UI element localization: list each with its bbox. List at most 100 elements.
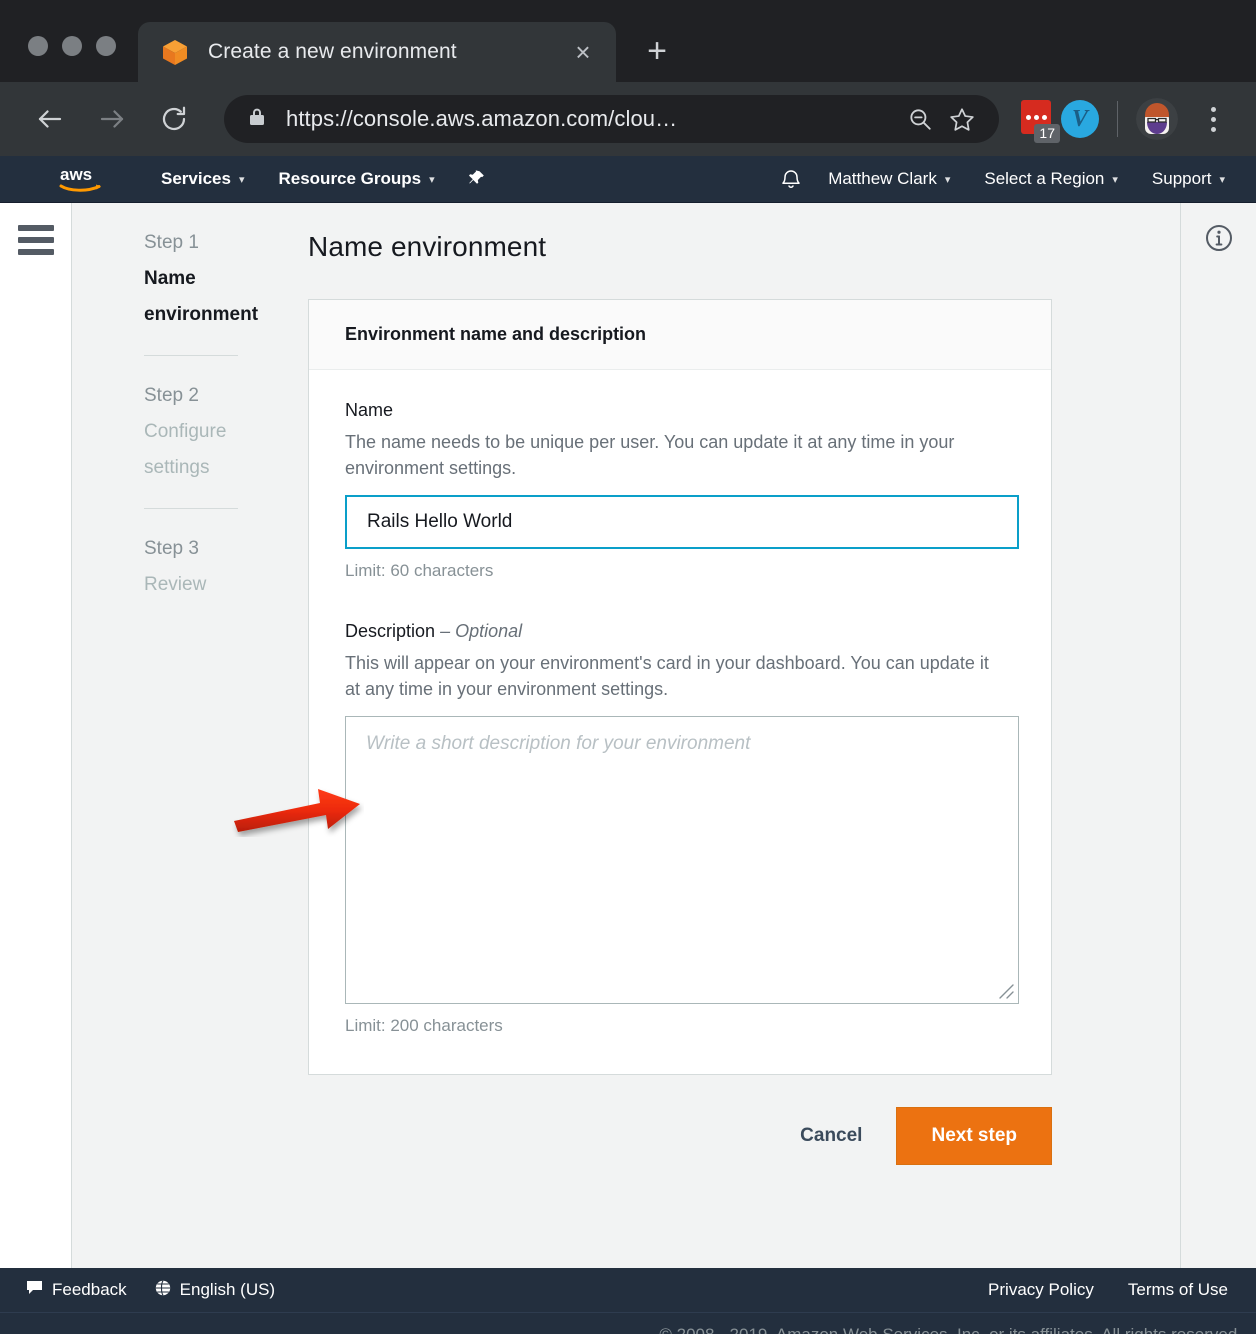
wizard-step-3[interactable]: Step 3 Review [144, 531, 238, 625]
back-arrow-icon[interactable] [26, 95, 74, 143]
chevron-down-icon: ▾ [1219, 173, 1225, 186]
nav-item-label: Support [1151, 169, 1212, 188]
three-dot-menu-icon[interactable] [1192, 98, 1234, 140]
environment-form-card: Environment name and description Name Th… [308, 299, 1052, 1075]
description-textarea[interactable] [345, 716, 1019, 1004]
zoom-out-icon[interactable] [899, 98, 941, 140]
terms-of-use-link[interactable]: Terms of Use [1128, 1280, 1228, 1300]
step-divider [144, 355, 238, 356]
nav-item-label: Services [161, 169, 231, 188]
privacy-policy-link[interactable]: Privacy Policy [988, 1280, 1094, 1300]
info-rail [1180, 203, 1256, 1268]
toolbar-divider [1117, 101, 1118, 137]
name-field-label: Name [345, 400, 394, 420]
step-number: Step 1 [144, 232, 199, 253]
description-field-label: Description – Optional [345, 621, 1015, 642]
wizard-step-1[interactable]: Step 1 Name environment [144, 225, 259, 355]
nav-item-support[interactable]: Support ▾ [1135, 156, 1242, 203]
hamburger-menu-icon[interactable] [17, 225, 54, 1268]
chevron-down-icon: ▾ [238, 173, 245, 186]
speech-bubble-icon [26, 1280, 43, 1300]
wizard: Step 1 Name environment Step 2 Configure… [72, 203, 1256, 1268]
nav-item-label: Select a Region [984, 169, 1105, 188]
info-circle-icon[interactable] [1204, 223, 1234, 1268]
address-bar[interactable]: https://console.aws.amazon.com/clou… [224, 95, 999, 143]
language-selector[interactable]: English (US) [155, 1279, 276, 1301]
nav-item-label: Resource Groups [278, 169, 422, 188]
browser-toolbar: https://console.aws.amazon.com/clou… 17 … [0, 82, 1256, 156]
footer-left: Feedback English (US) [0, 1279, 276, 1301]
language-label: English (US) [179, 1280, 276, 1299]
svg-text:aws: aws [60, 165, 92, 184]
new-tab-button[interactable]: + [634, 28, 680, 74]
step-number: Step 3 [144, 538, 199, 559]
nav-item-services[interactable]: Services ▾ [144, 156, 261, 203]
left-rail [0, 203, 72, 1268]
nav-item-region-selector[interactable]: Select a Region ▾ [967, 156, 1135, 203]
address-bar-url: https://console.aws.amazon.com/clou… [286, 106, 678, 131]
window-close-button[interactable] [28, 36, 48, 56]
description-optional-text: – Optional [440, 621, 523, 641]
name-input-wrapper [345, 495, 1019, 549]
feedback-link[interactable]: Feedback [26, 1280, 127, 1300]
name-input[interactable] [345, 495, 1019, 549]
nav-item-label: Matthew Clark [828, 169, 937, 188]
extension-badge-count: 17 [1034, 124, 1060, 143]
footer-right: Privacy Policy Terms of Use [988, 1280, 1256, 1300]
user-avatar-icon[interactable] [1136, 98, 1178, 140]
wizard-steps: Step 1 Name environment Step 2 Configure… [72, 203, 272, 1268]
step-label: Review [144, 574, 207, 595]
forward-arrow-icon[interactable] [88, 95, 136, 143]
reload-icon[interactable] [150, 95, 198, 143]
name-limit-text: Limit: 60 characters [345, 561, 494, 580]
card-header: Environment name and description [309, 300, 1051, 370]
description-limit-text: Limit: 200 characters [345, 1016, 503, 1035]
footer-bar: Feedback English (US) Privacy Policy Ter… [0, 1268, 1256, 1312]
nav-item-user-matthew-clark[interactable]: Matthew Clark ▾ [811, 156, 967, 203]
copyright-text: © 2008 - 2019, Amazon Web Services, Inc.… [659, 1324, 1242, 1334]
chevron-down-icon: ▾ [1112, 173, 1118, 186]
extension-v-icon[interactable]: V [1061, 100, 1099, 138]
wizard-content: Name environment Environment name and de… [272, 203, 1180, 1268]
name-field-description: The name needs to be unique per user. Yo… [345, 432, 955, 478]
bell-icon[interactable] [781, 168, 801, 190]
browser-chrome: Create a new environment × + https://con… [0, 0, 1256, 156]
window-minimize-button[interactable] [62, 36, 82, 56]
page-title: Name environment [308, 231, 547, 262]
description-field-description: This will appear on your environment's c… [345, 653, 989, 699]
copyright-bar: © 2008 - 2019, Amazon Web Services, Inc.… [0, 1312, 1256, 1334]
description-textarea-wrapper [345, 716, 1019, 1004]
chevron-down-icon: ▾ [429, 173, 435, 186]
description-label-text: Description [345, 621, 436, 641]
star-icon[interactable] [941, 98, 983, 140]
aws-navigation-bar: aws Services ▾ Resource Groups ▾ Matthew… [0, 156, 1256, 203]
next-step-button[interactable]: Next step [896, 1107, 1052, 1165]
nav-item-resource-groups[interactable]: Resource Groups ▾ [261, 156, 451, 203]
extension-messages-icon[interactable]: 17 [1015, 98, 1060, 143]
window-maximize-button[interactable] [96, 36, 116, 56]
page-body: Step 1 Name environment Step 2 Configure… [0, 203, 1256, 1268]
globe-icon [155, 1279, 171, 1301]
name-field-group: Name The name needs to be unique per use… [345, 400, 1019, 581]
step-number: Step 2 [144, 385, 199, 406]
wizard-step-2[interactable]: Step 2 Configure settings [144, 378, 238, 508]
feedback-label: Feedback [52, 1280, 127, 1299]
browser-tab-active[interactable]: Create a new environment × [138, 22, 616, 82]
step-label: Name environment [144, 268, 259, 325]
browser-tab-title: Create a new environment [208, 40, 457, 63]
card-header-title: Environment name and description [345, 324, 647, 344]
close-icon[interactable]: × [566, 35, 600, 69]
aws-logo[interactable]: aws [58, 164, 106, 194]
browser-extensions: 17 V [1015, 98, 1234, 143]
pin-icon[interactable] [452, 156, 502, 203]
browser-tab-strip: Create a new environment × + [0, 0, 1256, 82]
card-body: Name The name needs to be unique per use… [309, 370, 1051, 1074]
step-divider [144, 508, 238, 509]
form-actions: Cancel Next step [308, 1107, 1052, 1165]
aws-nav-right: Matthew Clark ▾ Select a Region ▾ Suppor… [781, 156, 1256, 203]
window-controls [0, 36, 138, 82]
orange-cube-icon [160, 37, 190, 67]
description-field-group: Description – Optional This will appear … [345, 621, 1019, 1036]
step-label: Configure settings [144, 421, 227, 478]
cancel-button[interactable]: Cancel [778, 1111, 884, 1161]
